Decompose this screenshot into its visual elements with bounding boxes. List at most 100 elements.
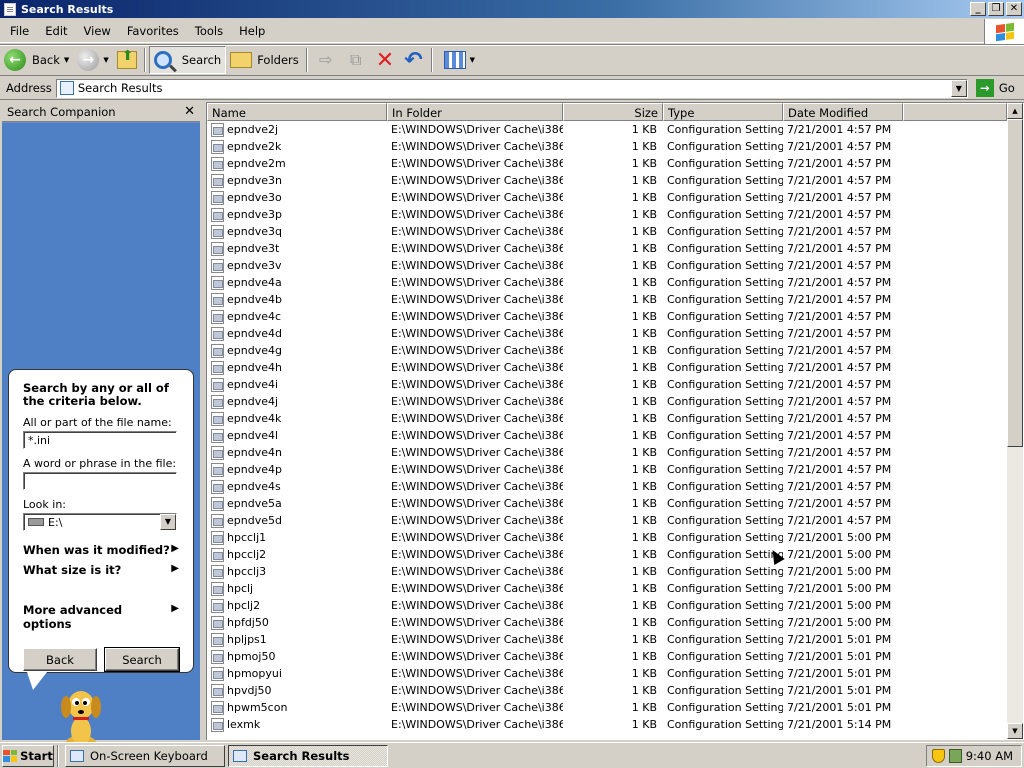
file-name-cell[interactable]: hpclj2 [207,598,387,613]
table-row[interactable]: epndve3q E:\WINDOWS\Driver Cache\i386... 1… [207,223,1007,240]
table-row[interactable]: hpcclj3 E:\WINDOWS\Driver Cache\i386... 1 … [207,563,1007,580]
file-name-cell[interactable]: hpljps1 [207,632,387,647]
table-row[interactable]: hpljps1 E:\WINDOWS\Driver Cache\i386... 1 … [207,631,1007,648]
lookin-dropdown-button[interactable]: ▼ [160,514,176,530]
table-row[interactable]: epndve4p E:\WINDOWS\Driver Cache\i386... 1… [207,461,1007,478]
column-name[interactable]: Name [207,103,387,121]
file-name-cell[interactable]: epndve3t [207,241,387,256]
file-name-cell[interactable]: epndve4p [207,462,387,477]
file-name-cell[interactable]: epndve3o [207,190,387,205]
search-button[interactable]: Search [148,46,227,74]
network-icon[interactable] [948,749,962,763]
file-name-cell[interactable]: epndve2m [207,156,387,171]
file-name-cell[interactable]: epndve4j [207,394,387,409]
table-row[interactable]: epndve4j E:\WINDOWS\Driver Cache\i386... 1… [207,393,1007,410]
table-row[interactable]: epndve4a E:\WINDOWS\Driver Cache\i386... 1… [207,274,1007,291]
table-row[interactable]: epndve5d E:\WINDOWS\Driver Cache\i386... 1… [207,512,1007,529]
window-icon[interactable] [4,2,16,16]
companion-back-button[interactable]: Back [23,648,97,671]
table-row[interactable]: hpwm5con E:\WINDOWS\Driver Cache\i386... 1… [207,699,1007,716]
menu-tools[interactable]: Tools [187,24,231,38]
table-row[interactable]: hpcclj1 E:\WINDOWS\Driver Cache\i386... 1 … [207,529,1007,546]
taskbar-item-search-results[interactable]: Search Results [228,744,388,767]
file-name-cell[interactable]: epndve2k [207,139,387,154]
column-type[interactable]: Type [663,103,783,121]
go-button[interactable]: → Go [975,79,1015,97]
address-input[interactable]: Search Results ▼ [55,78,968,98]
back-button[interactable]: ← Back ▼ [0,46,73,74]
address-dropdown-button[interactable]: ▼ [950,79,967,97]
file-name-cell[interactable]: hpcclj1 [207,530,387,545]
table-row[interactable]: epndve3n E:\WINDOWS\Driver Cache\i386... 1… [207,172,1007,189]
advanced-options-expander[interactable]: More advanced options ▶ [23,603,179,631]
back-dropdown-icon[interactable]: ▼ [64,56,69,64]
file-name-cell[interactable]: hpmopyui [207,666,387,681]
lookin-select[interactable]: E:\ ▼ [23,513,177,531]
file-name-cell[interactable]: epndve3n [207,173,387,188]
table-row[interactable]: lexmk E:\WINDOWS\Driver Cache\i386... 1 KB… [207,716,1007,733]
file-name-cell[interactable]: epndve2j [207,122,387,137]
menu-file[interactable]: File [0,24,37,38]
table-row[interactable]: epndve4i E:\WINDOWS\Driver Cache\i386... 1… [207,376,1007,393]
file-name-cell[interactable]: hpcclj3 [207,564,387,579]
file-name-cell[interactable]: hpclj [207,581,387,596]
restore-button[interactable]: ❐ [988,2,1004,16]
table-row[interactable]: epndve2k E:\WINDOWS\Driver Cache\i386... 1… [207,138,1007,155]
table-row[interactable]: epndve5a E:\WINDOWS\Driver Cache\i386... 1… [207,495,1007,512]
file-name-cell[interactable]: epndve4a [207,275,387,290]
file-name-cell[interactable]: epndve3v [207,258,387,273]
file-name-cell[interactable]: epndve4d [207,326,387,341]
menu-help[interactable]: Help [231,24,273,38]
file-name-cell[interactable]: epndve5a [207,496,387,511]
forward-dropdown-icon[interactable]: ▼ [103,56,108,64]
scroll-up-button[interactable]: ▲ [1007,103,1023,119]
file-name-cell[interactable]: epndve3q [207,224,387,239]
security-shield-icon[interactable] [931,749,945,763]
folders-button[interactable]: Folders [226,46,303,74]
table-row[interactable]: epndve4h E:\WINDOWS\Driver Cache\i386... 1… [207,359,1007,376]
scroll-down-button[interactable]: ▼ [1007,723,1023,739]
table-row[interactable]: epndve4d E:\WINDOWS\Driver Cache\i386... 1… [207,325,1007,342]
copy-to-icon[interactable]: ⧉ [345,50,367,70]
modified-expander[interactable]: When was it modified? ▶ [23,543,179,557]
file-name-cell[interactable]: hpvdj50 [207,683,387,698]
column-date[interactable]: Date Modified [783,103,903,121]
file-name-cell[interactable]: epndve4k [207,411,387,426]
file-name-cell[interactable]: epndve4s [207,479,387,494]
companion-search-button[interactable]: Search [104,647,180,672]
close-button[interactable]: ✕ [1006,2,1022,16]
table-row[interactable]: epndve3o E:\WINDOWS\Driver Cache\i386... 1… [207,189,1007,206]
table-row[interactable]: epndve4k E:\WINDOWS\Driver Cache\i386... 1… [207,410,1007,427]
file-name-cell[interactable]: hpfdj50 [207,615,387,630]
table-row[interactable]: epndve2m E:\WINDOWS\Driver Cache\i386... 1… [207,155,1007,172]
file-name-cell[interactable]: epndve4g [207,343,387,358]
column-size[interactable]: Size [563,103,663,121]
companion-close-icon[interactable]: ✕ [184,104,195,119]
table-row[interactable]: epndve3v E:\WINDOWS\Driver Cache\i386... 1… [207,257,1007,274]
views-button[interactable]: ▼ [436,46,479,74]
file-name-cell[interactable]: epndve4n [207,445,387,460]
table-row[interactable]: epndve3p E:\WINDOWS\Driver Cache\i386... 1… [207,206,1007,223]
file-name-cell[interactable]: epndve4i [207,377,387,392]
table-row[interactable]: epndve2j E:\WINDOWS\Driver Cache\i386... 1… [207,121,1007,138]
file-name-cell[interactable]: epndve4h [207,360,387,375]
filename-input[interactable]: *.ini [23,431,177,449]
delete-icon[interactable]: ✕ [376,48,394,73]
table-row[interactable]: hpfdj50 E:\WINDOWS\Driver Cache\i386... 1 … [207,614,1007,631]
minimize-button[interactable]: _ [970,2,986,16]
up-folder-button[interactable] [113,46,141,74]
phrase-input[interactable] [23,472,177,490]
table-row[interactable]: hpmopyui E:\WINDOWS\Driver Cache\i386... 1… [207,665,1007,682]
start-button[interactable]: Start [2,744,54,767]
file-name-cell[interactable]: epndve4c [207,309,387,324]
move-to-icon[interactable]: ⇨ [315,50,337,70]
taskbar-item-keyboard[interactable]: On-Screen Keyboard [65,744,225,767]
file-name-cell[interactable]: epndve5d [207,513,387,528]
menu-edit[interactable]: Edit [37,24,75,38]
file-name-cell[interactable]: epndve3p [207,207,387,222]
table-row[interactable]: epndve4c E:\WINDOWS\Driver Cache\i386... 1… [207,308,1007,325]
table-row[interactable]: epndve4n E:\WINDOWS\Driver Cache\i386... 1… [207,444,1007,461]
table-row[interactable]: epndve4b E:\WINDOWS\Driver Cache\i386... 1… [207,291,1007,308]
column-folder[interactable]: In Folder [387,103,563,121]
file-name-cell[interactable]: hpmoj50 [207,649,387,664]
